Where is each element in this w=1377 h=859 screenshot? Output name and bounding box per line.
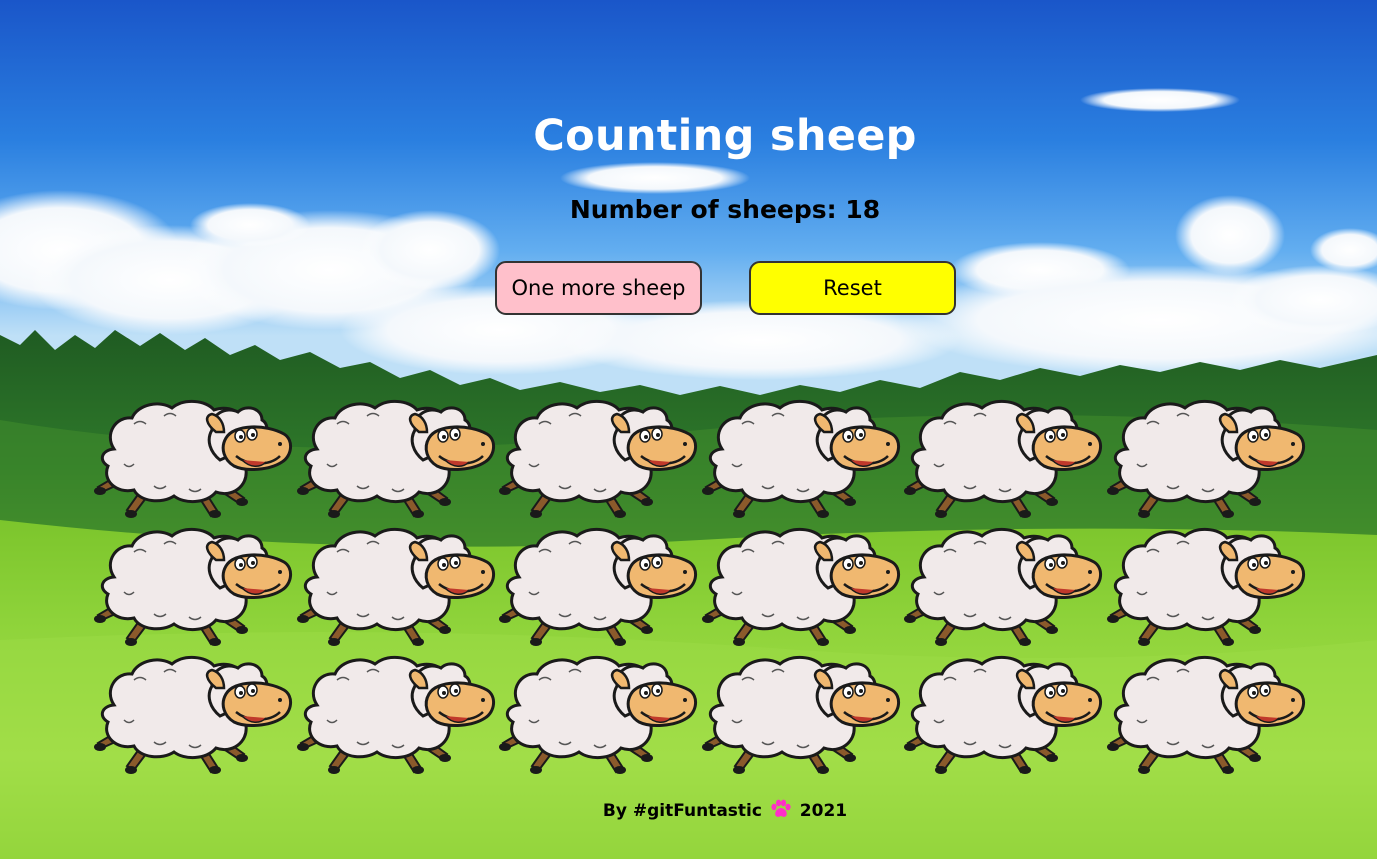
sheep-icon <box>94 522 294 648</box>
sheep-icon <box>499 522 699 648</box>
app-window: Counting sheep Number of sheeps: 18 One … <box>0 0 1377 859</box>
footer-year: 2021 <box>799 801 848 821</box>
sheep-icon <box>904 522 1104 648</box>
sheep-icon <box>702 394 902 520</box>
sheep-icon <box>499 650 699 776</box>
sheep-icon <box>94 394 294 520</box>
sheep-icon <box>94 650 294 776</box>
sheep-flock <box>0 0 1377 859</box>
footer: By #gitFuntastic 2021 <box>0 799 1377 823</box>
sheep-icon <box>297 522 497 648</box>
sheep-icon <box>499 394 699 520</box>
sheep-icon <box>1107 650 1307 776</box>
footer-credit: By #gitFuntastic <box>602 801 762 821</box>
sheep-icon <box>1107 522 1307 648</box>
sheep-icon <box>297 394 497 520</box>
sheep-icon <box>297 650 497 776</box>
sheep-icon <box>702 522 902 648</box>
sheep-icon <box>702 650 902 776</box>
sheep-icon <box>1107 394 1307 520</box>
paw-icon <box>771 799 791 817</box>
sheep-icon <box>904 394 1104 520</box>
sheep-icon <box>904 650 1104 776</box>
